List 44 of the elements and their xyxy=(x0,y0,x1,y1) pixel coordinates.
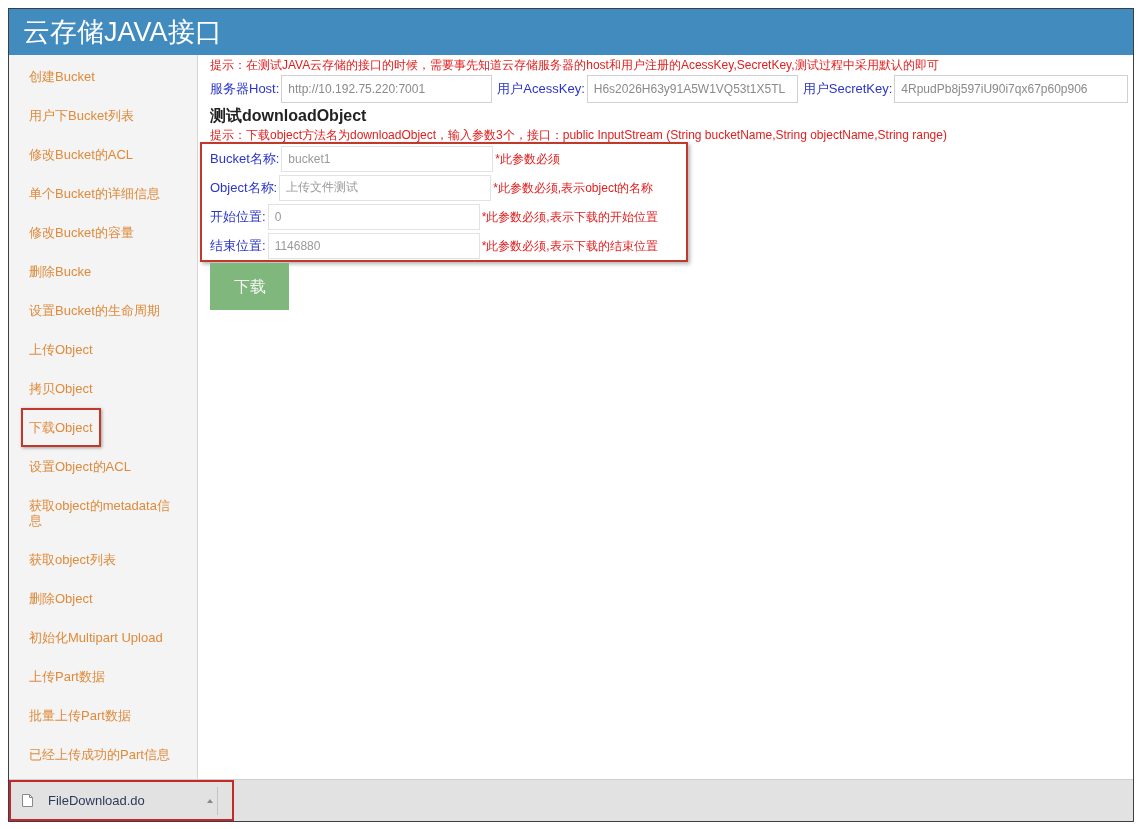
sidebar-link[interactable]: 单个Bucket的详细信息 xyxy=(21,174,168,213)
sidebar-link[interactable]: 初始化Multipart Upload xyxy=(21,618,171,657)
sidebar-link[interactable]: 上传Object xyxy=(21,330,101,369)
sidebar-link[interactable]: 创建Bucket xyxy=(21,57,103,96)
field-label: 用户SecretKey: xyxy=(802,80,893,99)
download-item[interactable]: FileDownload.do xyxy=(9,780,234,821)
app-title: 云存储JAVA接口 xyxy=(23,16,222,48)
input-field[interactable]: bucket1 xyxy=(281,145,494,172)
sidebar-link[interactable]: 下载Object xyxy=(21,408,101,447)
field-label: Object名称: xyxy=(210,178,278,197)
required-note: *此参数必须,表示下载的结束位置 xyxy=(481,237,658,255)
sidebar-link[interactable]: 获取object的metadata信息 xyxy=(21,486,185,540)
sidebar-link[interactable]: 拷贝Object xyxy=(21,369,101,408)
file-icon xyxy=(22,794,33,807)
sidebar-link[interactable]: 修改Bucket的容量 xyxy=(21,213,142,252)
field-label: 服务器Host: xyxy=(210,80,280,99)
sidebar-link[interactable]: 获取object列表 xyxy=(21,540,124,579)
input-field[interactable]: H6s2026H63y91A5W1VQ53t1X5TL xyxy=(586,75,798,103)
section-title: 测试downloadObject xyxy=(210,107,367,125)
download-button[interactable]: 下载 xyxy=(210,263,289,310)
hint-text: 提示：下载object方法名为downloadObject，输入参数3个，接口：public InputStream (String bucketName,String objectName,String range) xyxy=(210,128,947,142)
sidebar-link[interactable]: 上传Part数据 xyxy=(21,657,113,696)
sidebar-link[interactable]: 用户下Bucket列表 xyxy=(21,96,142,135)
field-label: Bucket名称: xyxy=(210,149,280,168)
input-field[interactable]: 1146880 xyxy=(267,232,480,259)
sidebar-link[interactable]: 设置Object的ACL xyxy=(21,447,139,486)
hint-text: 提示：在测试JAVA云存储的接口的时候，需要事先知道云存储服务器的host和用户注册的AcessKey,SecretKey,测试过程中采用默认的即可 xyxy=(210,58,939,72)
sidebar-link[interactable]: 删除Object xyxy=(21,579,101,618)
input-field[interactable]: 0 xyxy=(267,203,480,230)
sidebar-link[interactable]: 修改Bucket的ACL xyxy=(21,135,142,174)
sidebar-link[interactable]: 设置Bucket的生命周期 xyxy=(21,291,168,330)
sidebar-link[interactable]: 删除Bucke xyxy=(21,252,100,291)
required-note: *此参数必须 xyxy=(495,150,561,168)
field-label: 结束位置: xyxy=(210,236,266,255)
input-field[interactable]: 上传文件测试 xyxy=(279,174,492,201)
input-field[interactable]: 4RpudPb8j597iU90i7qx67p60p906 xyxy=(894,75,1128,103)
required-note: *此参数必须,表示下载的开始位置 xyxy=(481,208,658,226)
required-note: *此参数必须,表示object的名称 xyxy=(493,179,654,197)
caret-icon xyxy=(207,798,213,803)
field-label: 开始位置: xyxy=(210,207,266,226)
field-label: 用户AcessKey: xyxy=(497,80,585,99)
sidebar-link[interactable]: 已经上传成功的Part信息 xyxy=(21,735,178,774)
sidebar-link[interactable]: 批量上传Part数据 xyxy=(21,696,139,735)
input-field[interactable]: http://10.192.75.220:7001 xyxy=(281,75,493,103)
